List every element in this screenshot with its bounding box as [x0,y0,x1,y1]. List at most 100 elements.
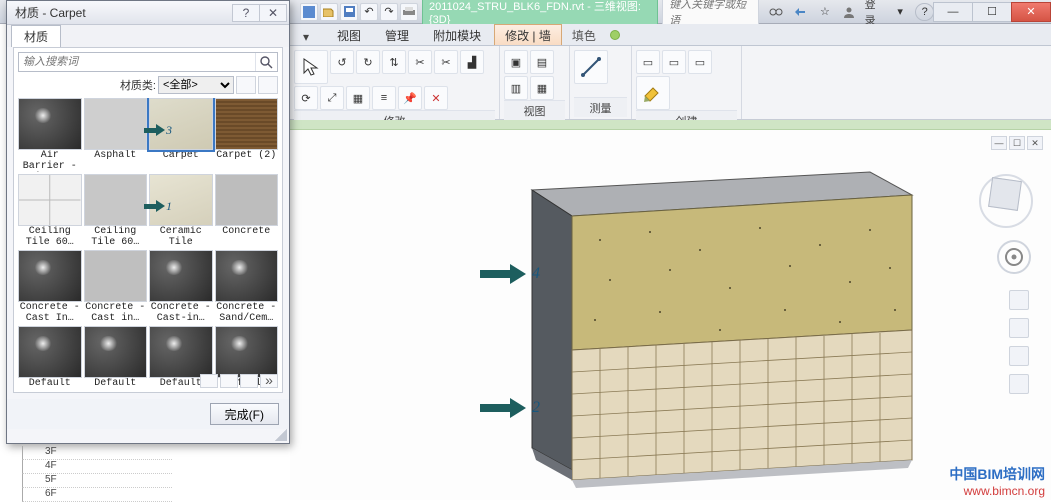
material-thumb: 3 [149,98,213,150]
array-icon[interactable]: ▦ [346,86,370,110]
print-button[interactable] [400,3,418,21]
material-cell[interactable]: Air Barrier - Air In… [18,98,82,172]
subscription-icon[interactable] [767,3,785,21]
class-label: 材质类: [120,77,156,93]
class-select[interactable]: <全部> [158,76,234,94]
align-icon[interactable]: ≡ [372,86,396,110]
watermark-title: 中国BIM培训网 [949,464,1045,484]
view-thumb-icon[interactable] [220,374,238,388]
cycle-icon[interactable]: ↺ [330,50,354,74]
orbit-icon[interactable] [1009,346,1029,366]
mirror-icon[interactable]: ▟ [460,50,484,74]
save-button[interactable] [340,3,358,21]
material-thumb [18,98,82,150]
section-icon[interactable] [1009,374,1029,394]
create1-icon[interactable]: ▭ [636,50,660,74]
material-thumb [149,326,213,378]
annotation-arrow-4: 4 [480,264,540,284]
tab-modify-wall[interactable]: 修改 | 墙 [494,24,562,45]
material-cell[interactable]: Ceiling Tile 60… [84,174,148,248]
material-search-input[interactable] [19,53,255,71]
pan-icon[interactable] [1009,290,1029,310]
exchange-icon[interactable] [791,3,809,21]
ribbon-caption-view: 视图 [504,100,565,120]
favorite-icon[interactable]: ☆ [816,3,834,21]
material-cell[interactable]: Concrete - Cast In… [18,250,82,324]
tab-dropdown[interactable]: ▾ [296,27,324,45]
viewcube[interactable] [979,170,1033,224]
steering-wheel-icon[interactable] [997,240,1031,274]
floor-item[interactable]: 5F [22,474,172,488]
resize-grip-icon[interactable] [275,429,287,441]
zoom-icon[interactable] [1009,318,1029,338]
watermark-url: www.bimcn.org [949,484,1045,498]
expand-icon[interactable]: » [260,374,278,388]
filter-btn-2-icon[interactable] [258,76,278,94]
view-grid2-icon[interactable]: ▤ [530,50,554,74]
view-grid1-icon[interactable]: ▣ [504,50,528,74]
options-bar [290,120,1051,130]
material-thumb [18,174,82,226]
redo-button[interactable]: ↷ [380,3,398,21]
floor-item[interactable]: 4F [22,460,172,474]
cut-icon[interactable]: ✂ [434,50,458,74]
dialog-help-icon[interactable]: ? [232,4,260,22]
scale-icon[interactable]: ⤢ [320,86,344,110]
material-cell[interactable]: 3Carpet [149,98,213,172]
material-cell[interactable]: Carpet (2) [215,98,279,172]
material-label: Concrete - Cast in… [84,302,148,324]
viewport-3d[interactable]: — ☐ ✕ [290,130,1051,500]
material-cell[interactable]: Concrete [215,174,279,248]
paint-icon[interactable] [636,76,670,110]
offset-icon[interactable]: ⇅ [382,50,406,74]
select-tool-icon[interactable] [294,50,328,84]
view-large-icon[interactable] [240,374,258,388]
material-label: Concrete - Cast In… [18,302,82,324]
measure-icon[interactable] [574,50,608,84]
material-label: Concrete - Cast-in… [149,302,213,324]
dialog-tab-material[interactable]: 材质 [11,25,61,47]
delete-icon[interactable]: ✕ [424,86,448,110]
material-cell[interactable]: Concrete - Cast-in… [149,250,213,324]
minimize-button[interactable]: — [933,2,973,22]
close-button[interactable]: ✕ [1011,2,1051,22]
view-min-icon[interactable]: — [991,136,1007,150]
view-max-icon[interactable]: ☐ [1009,136,1025,150]
view-list-icon[interactable] [200,374,218,388]
view-close-icon[interactable]: ✕ [1027,136,1043,150]
open-button[interactable] [320,3,338,21]
help-icon[interactable]: ? [915,3,934,21]
rotate-icon[interactable]: ⟳ [294,86,318,110]
tab-addin[interactable]: 附加模块 [422,24,492,45]
cycle2-icon[interactable]: ↻ [356,50,380,74]
app-menu-button[interactable] [300,3,318,21]
dialog-close-icon[interactable]: ✕ [259,4,287,22]
material-cell[interactable]: 1Ceramic Tile [149,174,213,248]
finish-button[interactable]: 完成(F) [210,403,279,425]
material-cell[interactable]: Concrete - Sand/Cem… [215,250,279,324]
view-grid3-icon[interactable]: ▥ [504,76,528,100]
user-icon[interactable] [840,3,858,21]
search-icon[interactable] [255,53,277,71]
material-cell[interactable]: Concrete - Cast in… [84,250,148,324]
material-label: Concrete - Sand/Cem… [215,302,279,324]
help-dropdown[interactable]: ▾ [891,3,909,21]
view-grid4-icon[interactable]: ▦ [530,76,554,100]
create2-icon[interactable]: ▭ [662,50,686,74]
create3-icon[interactable]: ▭ [688,50,712,74]
ribbon-group-measure: 测量 [570,46,632,119]
tab-manage[interactable]: 管理 [374,24,420,45]
dialog-titlebar[interactable]: 材质 - Carpet ? ✕ [7,1,289,25]
ribbon-group-modify: ↺ ↻ ⇅ ✂ ✂ ▟ ⟳ ⤢ ▦ ≡ 📌 ✕ 修改 [290,46,500,119]
material-thumb [215,98,279,150]
pin-icon[interactable]: 📌 [398,86,422,110]
filter-btn-1-icon[interactable] [236,76,256,94]
trim-icon[interactable]: ✂ [408,50,432,74]
material-cell[interactable]: Asphalt [84,98,148,172]
tab-view[interactable]: 视图 [326,24,372,45]
undo-button[interactable]: ↶ [360,3,378,21]
tab-fill[interactable]: 填色 [564,25,604,45]
maximize-button[interactable]: ☐ [972,2,1012,22]
floor-item[interactable]: 3F [22,446,172,460]
material-cell[interactable]: Ceiling Tile 60… [18,174,82,248]
